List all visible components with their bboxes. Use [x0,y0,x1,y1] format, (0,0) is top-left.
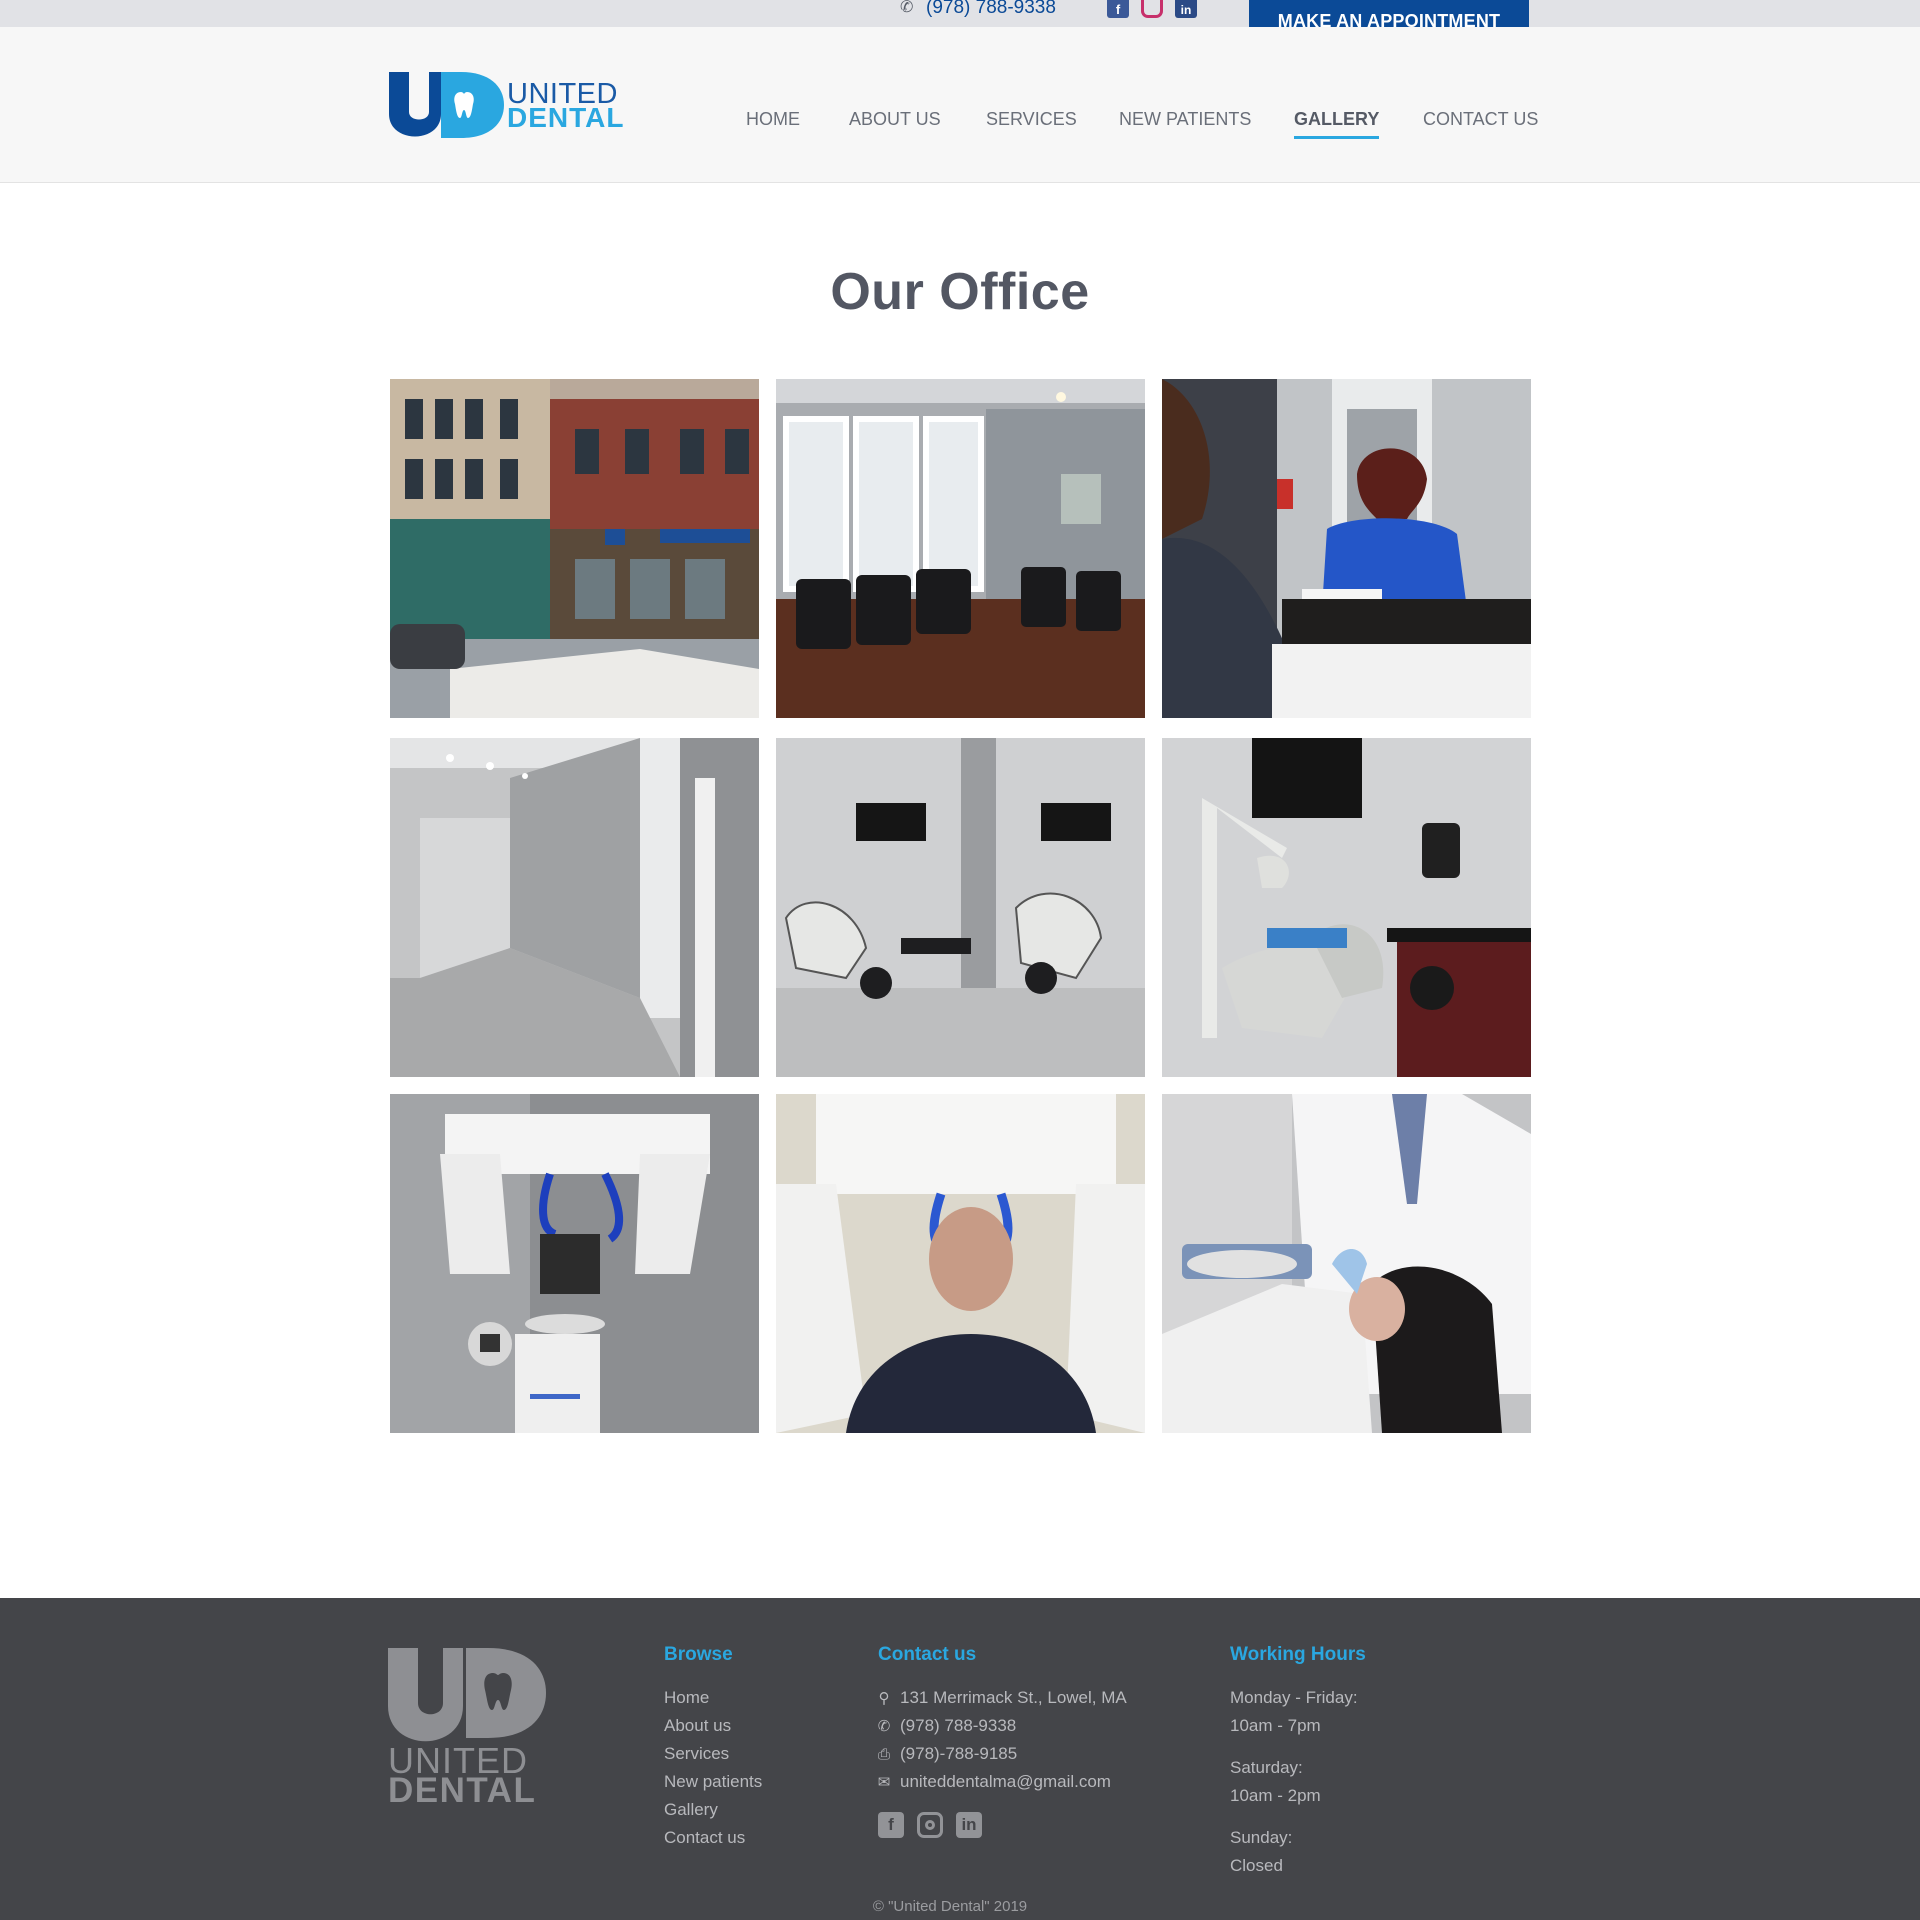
footer-link-gallery[interactable]: Gallery [664,1800,718,1820]
hours-time-sunday: Closed [1230,1856,1283,1875]
envelope-icon: ✉ [877,1774,891,1791]
logo-wordmark: UNITED DENTAL [507,80,625,133]
xray-machine-photo[interactable] [390,1094,759,1433]
xray-patient-photo[interactable] [776,1094,1145,1433]
footer-link-new-patients[interactable]: New patients [664,1772,762,1792]
footer-link-home[interactable]: Home [664,1688,709,1708]
printer-icon: ⎙ [877,1745,890,1763]
hours-heading: Working Hours [1230,1644,1366,1665]
instagram-icon[interactable] [1141,0,1163,18]
nav-about-us[interactable]: ABOUT US [849,109,941,130]
linkedin-glyph: in [1180,3,1192,17]
map-pin-icon: ⚲ [878,1690,890,1707]
facebook-icon[interactable]: f [878,1812,904,1838]
hours-day-sunday: Sunday: [1230,1828,1293,1847]
nav-home[interactable]: HOME [746,109,800,130]
waiting-room-photo[interactable] [776,379,1145,718]
facebook-icon[interactable]: f [1107,0,1129,18]
dentist-patient-photo[interactable] [1162,1094,1531,1433]
footer-link-about-us[interactable]: About us [664,1716,731,1736]
facebook-glyph: f [1115,2,1121,17]
contact-heading: Contact us [878,1644,977,1665]
browse-heading: Browse [664,1644,733,1665]
footer-logo-wordmark: UNITED DENTAL [388,1743,537,1810]
footer-social-links: f in [878,1812,982,1838]
topbar-phone[interactable]: ✆ (978) 788-9338 [900,0,1056,17]
topbar-phone-number[interactable]: (978) 788-9338 [926,0,1056,17]
dual-treatment-rooms-photo[interactable] [776,738,1145,1077]
footer-ud-logo-icon [388,1648,546,1742]
top-bar: ✆ (978) 788-9338 f in MAKE AN APPOINTMEN… [0,0,1920,41]
footer-logo-line2: DENTAL [388,1771,537,1810]
footer-fax-text: (978)-788-9185 [900,1744,1018,1763]
hours-day-saturday: Saturday: [1230,1758,1303,1777]
footer-address: ⚲ 131 Merrimack St., Lowel, MA [876,1688,1127,1708]
copyright: © "United Dental" 2019 [872,1898,1028,1915]
footer-link-contact-us[interactable]: Contact us [664,1828,745,1848]
nav-new-patients[interactable]: NEW PATIENTS [1119,109,1251,130]
nav-services[interactable]: SERVICES [986,109,1077,130]
hallway-photo[interactable] [390,738,759,1077]
page-title: Our Office [830,263,1090,321]
instagram-icon[interactable] [917,1812,943,1838]
phone-icon: ✆ [900,0,914,16]
footer-link-services[interactable]: Services [664,1744,729,1764]
storefront-photo[interactable] [390,379,759,718]
footer-address-text: 131 Merrimack St., Lowel, MA [900,1688,1127,1707]
topbar-social-links: f in [1107,0,1197,18]
logo-line2: DENTAL [507,102,625,133]
nav-gallery[interactable]: GALLERY [1294,109,1380,139]
treatment-room-photo[interactable] [1162,738,1531,1077]
footer-phone[interactable]: ✆ (978) 788-9338 [876,1716,1017,1736]
hours-time-saturday: 10am - 2pm [1230,1786,1321,1805]
ud-logo-icon [389,72,504,138]
linkedin-icon[interactable]: in [956,1812,982,1838]
footer-phone-text[interactable]: (978) 788-9338 [900,1716,1016,1736]
footer-email-text[interactable]: uniteddentalma@gmail.com [900,1772,1111,1792]
nav-contact-us[interactable]: CONTACT US [1423,109,1538,130]
footer-fax: ⎙ (978)-788-9185 [876,1744,1017,1764]
footer-email[interactable]: ✉ uniteddentalma@gmail.com [876,1772,1111,1792]
hours-time-weekdays: 10am - 7pm [1230,1716,1321,1735]
site-footer: UNITED DENTAL Browse Home About us Servi… [0,1598,1920,1920]
photo-gallery [390,379,1531,1433]
linkedin-icon[interactable]: in [1175,0,1197,18]
hours-day-weekdays: Monday - Friday: [1230,1688,1358,1707]
reception-desk-photo[interactable] [1162,379,1531,718]
site-logo[interactable]: UNITED DENTAL [389,72,623,138]
phone-icon: ✆ [877,1718,891,1735]
site-header: UNITED DENTAL HOME ABOUT US SERVICES NEW… [0,27,1920,183]
